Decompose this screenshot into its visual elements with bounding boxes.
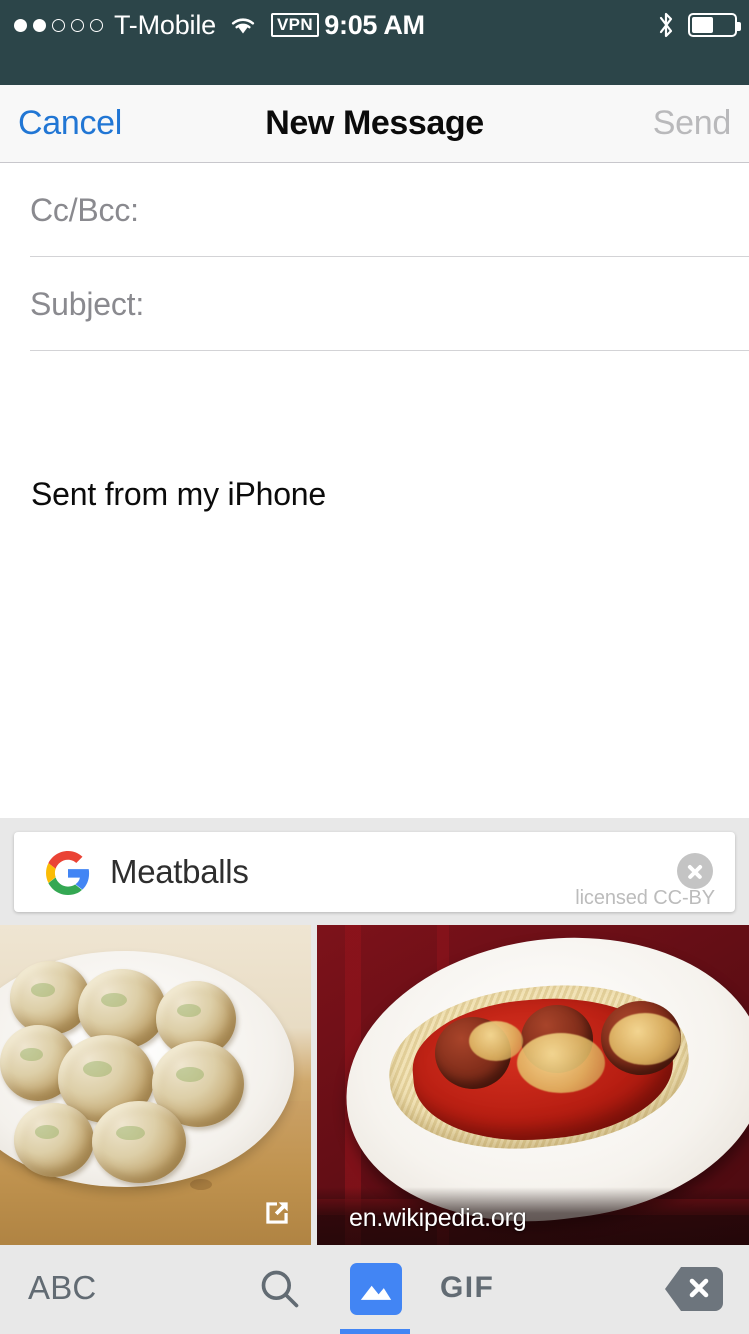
image-result-item[interactable]: en.wikipedia.org — [317, 925, 749, 1245]
cc-bcc-field[interactable]: Cc/Bcc: — [0, 163, 749, 257]
tab-gif[interactable]: GIF — [440, 1245, 494, 1334]
tab-abc[interactable]: ABC — [28, 1245, 96, 1334]
image-results-row: en.wikipedia.org — [0, 925, 749, 1245]
license-note: licensed CC-BY — [575, 887, 715, 909]
parmesan — [517, 1033, 605, 1093]
battery-icon — [688, 13, 741, 37]
tab-image[interactable] — [350, 1263, 402, 1315]
page-title: New Message — [265, 104, 484, 142]
subject-field[interactable]: Subject: — [0, 257, 749, 351]
compose-form: Cc/Bcc: Subject: Sent from my iPhone — [0, 163, 749, 551]
iphone-screen: T-Mobile VPN 9:05 AM Cancel New Message … — [0, 0, 749, 1334]
meatball — [14, 1103, 94, 1177]
cc-bcc-placeholder: Cc/Bcc: — [30, 191, 139, 228]
meatball — [10, 961, 90, 1035]
search-query-text: Meatballs — [110, 853, 249, 890]
navigation-bar: Cancel New Message Send — [0, 85, 749, 163]
meatball — [92, 1101, 186, 1183]
subject-placeholder: Subject: — [30, 285, 145, 322]
send-button[interactable]: Send — [653, 85, 732, 162]
bluetooth-icon — [659, 12, 673, 38]
status-bar-right — [656, 6, 741, 44]
image-icon — [360, 1285, 392, 1300]
external-link-icon[interactable] — [261, 1197, 293, 1229]
clear-search-icon[interactable] — [677, 853, 713, 889]
backspace-icon[interactable] — [663, 1265, 725, 1313]
status-bar-clock: 9:05 AM — [324, 10, 425, 40]
parmesan — [469, 1021, 523, 1061]
active-tab-indicator — [340, 1329, 410, 1334]
message-body-field[interactable]: Sent from my iPhone — [0, 351, 749, 551]
parmesan — [609, 1013, 681, 1065]
search-bar[interactable]: Meatballs licensed CC-BY — [14, 832, 735, 912]
status-bar: T-Mobile VPN 9:05 AM — [0, 0, 749, 85]
image-result-item[interactable] — [0, 925, 311, 1245]
battery-fill — [692, 17, 714, 33]
signature-text: Sent from my iPhone — [31, 476, 326, 512]
keyboard-toolbar: ABC GIF — [0, 1245, 749, 1334]
google-g-icon — [46, 851, 90, 895]
source-domain-label: en.wikipedia.org — [349, 1204, 527, 1232]
search-icon[interactable] — [258, 1267, 302, 1311]
